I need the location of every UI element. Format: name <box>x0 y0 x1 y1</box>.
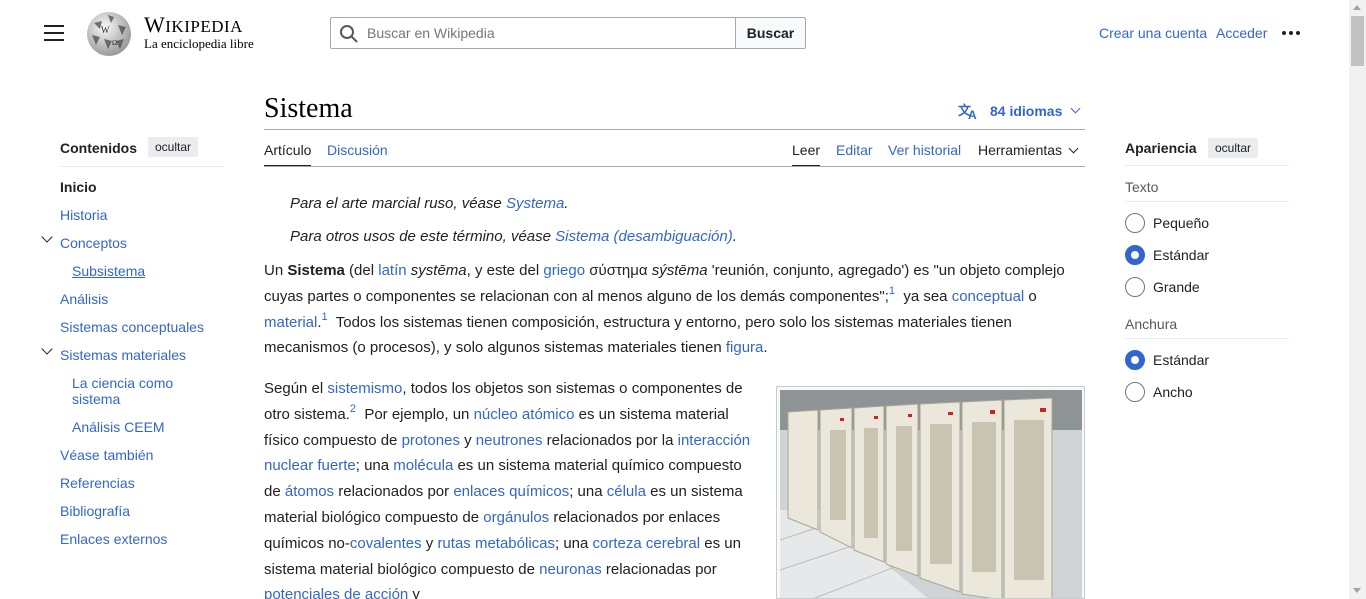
logo-wordmark[interactable]: WIKIPEDIA <box>144 12 243 38</box>
ref-1[interactable]: 1 <box>889 285 895 297</box>
radio-large[interactable] <box>1125 277 1145 297</box>
toc-item-referencias[interactable]: Referencias <box>60 475 135 491</box>
article-figure[interactable] <box>776 386 1085 599</box>
link-corteza-cerebral[interactable]: corteza cerebral <box>593 535 701 552</box>
radio-standard[interactable] <box>1125 245 1145 265</box>
tab-read[interactable]: Leer <box>792 142 821 167</box>
toc-item-historia[interactable]: Historia <box>60 207 107 223</box>
text-size-small-option[interactable]: Pequeño <box>1125 213 1209 233</box>
tab-edit[interactable]: Editar <box>836 142 873 167</box>
link-griego[interactable]: griego <box>543 262 585 279</box>
logo-tagline: La enciclopedia libre <box>144 36 254 51</box>
radio-width-standard[interactable] <box>1125 350 1145 370</box>
link-celula[interactable]: célula <box>607 483 646 500</box>
toc-item-analisis-ceem[interactable]: Análisis CEEM <box>72 419 165 435</box>
login-link[interactable]: Acceder <box>1216 25 1267 41</box>
scroll-down-arrow[interactable] <box>1353 588 1361 593</box>
tab-tools[interactable]: Herramientas <box>978 142 1079 167</box>
toc-divider <box>60 166 224 167</box>
article-paragraph-1: Un Sistema (del latín systēma, y este de… <box>264 262 1065 357</box>
toc-item-bibliografia[interactable]: Bibliografía <box>60 503 130 519</box>
languages-count: 84 idiomas <box>990 103 1063 119</box>
appearance-title: Apariencia <box>1125 140 1197 156</box>
width-wide-option[interactable]: Ancho <box>1125 382 1193 402</box>
ref-2[interactable]: 2 <box>350 403 356 415</box>
toc-item-conceptos[interactable]: Conceptos <box>60 235 127 251</box>
search-box[interactable] <box>330 17 736 49</box>
appearance-header: Apariencia ocultar <box>1125 136 1289 166</box>
scroll-up-arrow[interactable] <box>1353 5 1361 10</box>
page-scrollbar[interactable] <box>1349 0 1366 599</box>
link-covalentes[interactable]: covalentes <box>350 535 422 552</box>
link-conceptual[interactable]: conceptual <box>952 288 1025 305</box>
tabs-divider <box>264 166 1085 167</box>
link-molecula[interactable]: molécula <box>393 457 453 474</box>
toc-item-subsistema[interactable]: Subsistema <box>72 263 145 279</box>
search-button[interactable]: Buscar <box>735 17 806 49</box>
link-enlaces-quimicos[interactable]: enlaces químicos <box>453 483 569 500</box>
chevron-down-icon <box>1070 103 1081 113</box>
svg-text:W: W <box>101 25 110 35</box>
tab-article[interactable]: Artículo <box>264 142 312 167</box>
link-nucleo-atomico[interactable]: núcleo atómico <box>474 406 575 423</box>
toc-title: Contenidos <box>60 140 137 156</box>
article-paragraph-2: Según el sistemismo, todos los objetos s… <box>264 376 759 599</box>
create-account-link[interactable]: Crear una cuenta <box>1099 25 1207 41</box>
scroll-thumb[interactable] <box>1351 16 1364 66</box>
link-neutrones[interactable]: neutrones <box>476 432 543 449</box>
text-size-large-option[interactable]: Grande <box>1125 277 1200 297</box>
search-input[interactable] <box>367 18 727 48</box>
link-neuronas[interactable]: neuronas <box>539 561 602 578</box>
more-icon[interactable] <box>1282 24 1302 42</box>
link-rutas-metabolicas[interactable]: rutas metabólicas <box>437 535 555 552</box>
link-potenciales-de-accion[interactable]: potenciales de acción <box>264 586 408 599</box>
server-racks-image <box>780 390 1082 598</box>
link-material[interactable]: material <box>264 314 317 331</box>
text-size-label: Texto <box>1125 179 1159 195</box>
toc-item-la-ciencia-como-sistema[interactable]: La ciencia como sistema <box>72 375 173 407</box>
width-label: Anchura <box>1125 316 1178 332</box>
link-protones[interactable]: protones <box>402 432 460 449</box>
toc-item-vease-tambien[interactable]: Véase también <box>60 447 153 463</box>
search-icon <box>340 25 358 43</box>
text-size-standard-option[interactable]: Estándar <box>1125 245 1209 265</box>
toc-toggle-sistemas-materiales-icon[interactable] <box>41 343 53 355</box>
hatnote-link-disambiguation[interactable]: Sistema (desambiguación) <box>555 228 733 245</box>
hatnote-systema: Para el arte marcial ruso, véase Systema… <box>290 195 569 212</box>
toc-item-sistemas-conceptuales[interactable]: Sistemas conceptuales <box>60 319 204 335</box>
radio-width-wide[interactable] <box>1125 382 1145 402</box>
toc-toggle-conceptos-icon[interactable] <box>41 231 53 243</box>
width-divider <box>1125 338 1289 339</box>
width-standard-option[interactable]: Estándar <box>1125 350 1209 370</box>
svg-text:Ω: Ω <box>112 39 117 47</box>
toc-item-analisis[interactable]: Análisis <box>60 291 108 307</box>
page-title: Sistema <box>264 93 353 124</box>
link-latin[interactable]: latín <box>378 262 406 279</box>
appearance-hide-button[interactable]: ocultar <box>1208 138 1259 158</box>
translate-icon: 文 A <box>958 103 977 121</box>
wikipedia-globe-logo[interactable]: W Ω <box>84 9 134 57</box>
toc-item-inicio[interactable]: Inicio <box>60 179 97 195</box>
hatnote-link-systema[interactable]: Systema <box>506 195 564 212</box>
link-organulos[interactable]: orgánulos <box>483 509 549 526</box>
ref-1b[interactable]: 1 <box>322 311 328 323</box>
radio-small[interactable] <box>1125 213 1145 233</box>
toc-item-sistemas-materiales[interactable]: Sistemas materiales <box>60 347 186 363</box>
menu-icon[interactable] <box>44 25 64 41</box>
languages-button[interactable]: 文 A 84 idiomas <box>958 100 1081 122</box>
tab-history[interactable]: Ver historial <box>888 142 961 167</box>
toc-item-enlaces-externos[interactable]: Enlaces externos <box>60 531 167 547</box>
link-figura[interactable]: figura <box>726 339 764 356</box>
link-sistemismo[interactable]: sistemismo <box>327 380 402 397</box>
toc-hide-button[interactable]: ocultar <box>148 137 199 157</box>
site-header: W Ω WIKIPEDIA La enciclopedia libre Busc… <box>0 0 1349 66</box>
tools-chevron-icon <box>1068 143 1079 154</box>
tab-talk[interactable]: Discusión <box>327 142 388 167</box>
text-size-divider <box>1125 201 1289 202</box>
svg-text:A: A <box>968 108 977 121</box>
link-atomos[interactable]: átomos <box>285 483 334 500</box>
hatnote-disambiguation: Para otros usos de este término, véase S… <box>290 228 737 245</box>
title-divider <box>264 129 1085 130</box>
